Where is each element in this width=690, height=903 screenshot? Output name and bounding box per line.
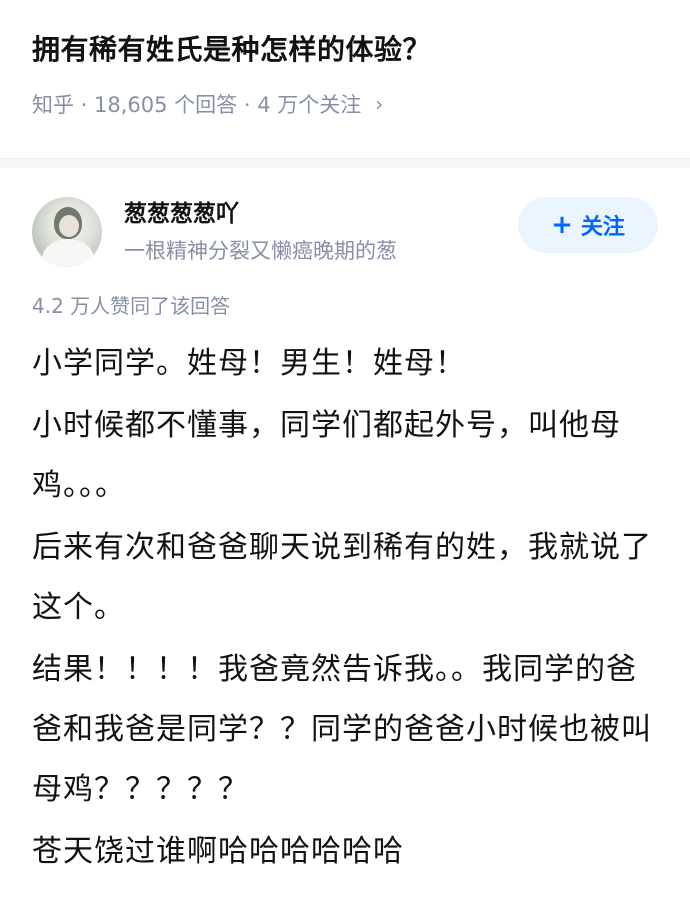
answer-paragraph: 后来有次和爸爸聊天说到稀有的姓，我就说了这个。 [32, 530, 652, 625]
avatar-body [42, 239, 94, 267]
answer-paragraph: 小学同学。姓母！男生！姓母！ [32, 346, 466, 381]
section-divider [0, 158, 690, 168]
question-header[interactable]: 拥有稀有姓氏是种怎样的体验？ 知乎 · 18,605 个回答 · 4 万个关注 … [0, 0, 690, 158]
avatar[interactable] [32, 197, 102, 267]
answer-content: 小学同学。姓母！男生！姓母！ 小时候都不懂事，同学们都起外号，叫他母鸡。。。 后… [32, 334, 658, 882]
answer-paragraph: 小时候都不懂事，同学们都起外号，叫他母鸡。。。 [32, 408, 621, 503]
answer-page: 拥有稀有姓氏是种怎样的体验？ 知乎 · 18,605 个回答 · 4 万个关注 … [0, 0, 690, 903]
question-meta-text: 知乎 · 18,605 个回答 · 4 万个关注 [32, 93, 362, 117]
question-title[interactable]: 拥有稀有姓氏是种怎样的体验？ [32, 30, 658, 70]
author-row: 葱葱葱葱吖 一根精神分裂又懒癌晚期的葱 + 关注 [32, 168, 658, 278]
answer-paragraph: 结果！！！！我爸竟然告诉我。。我同学的爸爸和我爸是同学？？同学的爸爸小时候也被叫… [32, 652, 652, 807]
avatar-face [59, 215, 79, 237]
question-meta[interactable]: 知乎 · 18,605 个回答 · 4 万个关注 › [32, 90, 658, 118]
answer-paragraph: 苍天饶过谁啊哈哈哈哈哈哈 [32, 834, 404, 869]
follow-button-label: 关注 [580, 215, 625, 240]
follow-button[interactable]: + 关注 [518, 197, 658, 253]
answer-card: 葱葱葱葱吖 一根精神分裂又懒癌晚期的葱 + 关注 4.2 万人赞同了该回答 小学… [0, 168, 690, 882]
plus-icon: + [551, 210, 573, 240]
vote-summary: 4.2 万人赞同了该回答 [32, 294, 231, 318]
chevron-right-icon: › [375, 92, 384, 116]
